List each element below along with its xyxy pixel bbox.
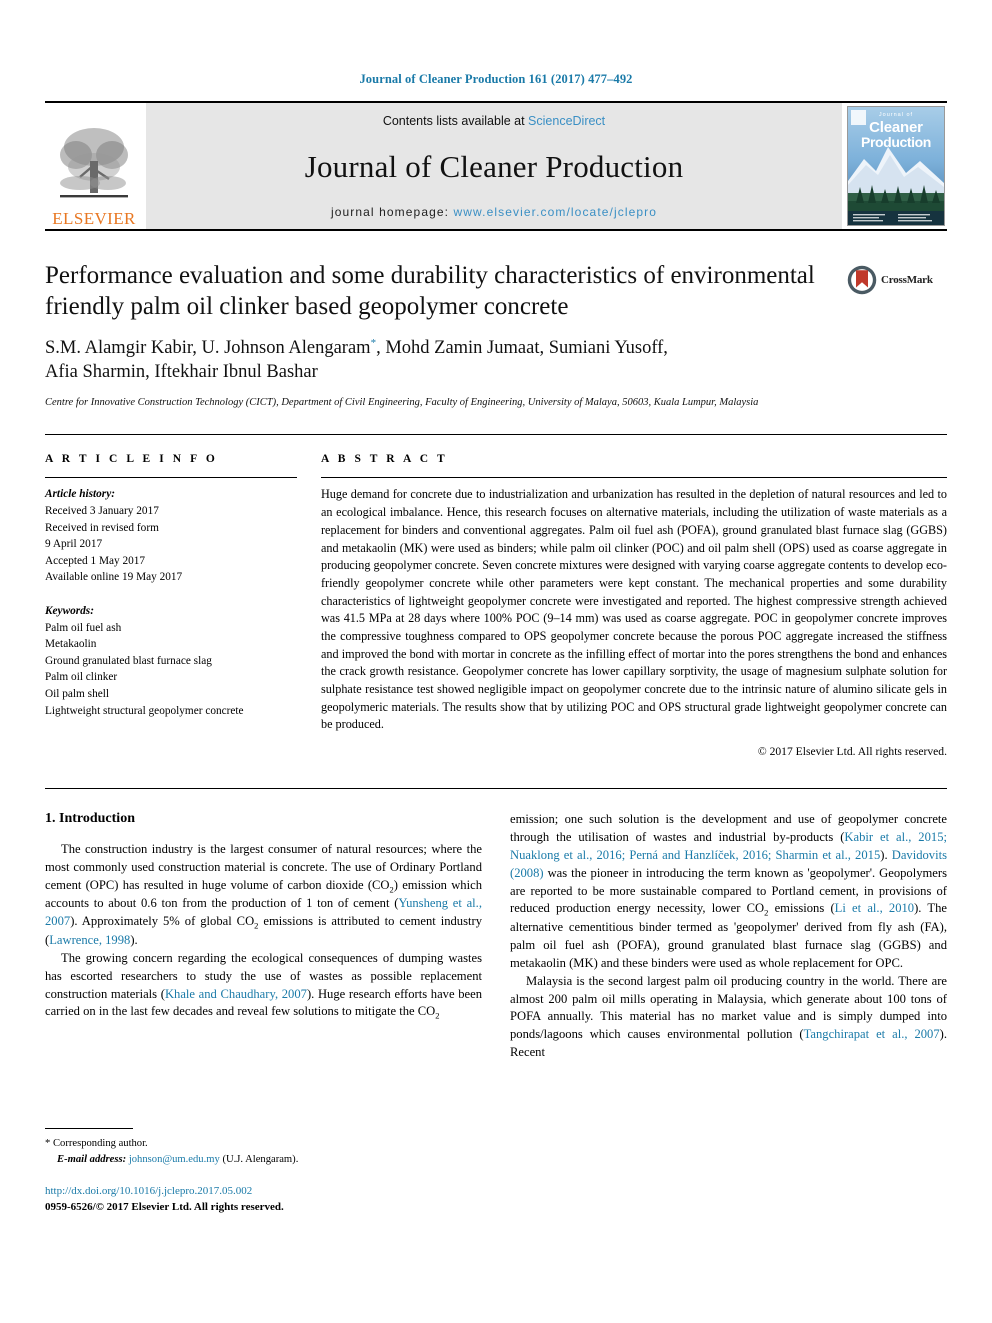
elsevier-logo: ELSEVIER [45, 103, 143, 229]
history-item-0: Received 3 January 2017 [45, 505, 159, 518]
contents-available-line: Contents lists available at ScienceDirec… [383, 114, 605, 128]
email-label: E-mail address: [57, 1154, 127, 1166]
corresponding-label: Corresponding author. [52, 1138, 148, 1150]
journal-masthead: ELSEVIER Contents lists available at Sci… [45, 101, 947, 231]
citation-tangchirapat[interactable]: Tangchirapat et al., 2007 [804, 1027, 940, 1041]
journal-title: Journal of Cleaner Production [304, 148, 684, 184]
abstract-column: A B S T R A C T Huge demand for concrete… [321, 453, 947, 758]
elsevier-wordmark: ELSEVIER [52, 209, 136, 228]
abstract-rule [321, 477, 947, 479]
body-separator-rule [45, 788, 947, 790]
article-info-heading: A R T I C L E I N F O [45, 453, 218, 466]
corresponding-author-note: * Corresponding author. [45, 1136, 482, 1152]
keyword-0: Palm oil fuel ash [45, 621, 122, 634]
crossmark-badge[interactable]: CrossMark [847, 265, 947, 295]
co2-subscript-3: 2 [435, 1010, 440, 1021]
crossmark-label: CrossMark [881, 274, 933, 286]
right-column: emission; one such solution is the devel… [510, 811, 947, 1216]
keywords-block: Keywords: Palm oil fuel ash Metakaolin G… [45, 603, 297, 719]
authors-line-1a: S.M. Alamgir Kabir, U. Johnson Alengaram [45, 338, 371, 359]
paper-page: Journal of Cleaner Production 161 (2017)… [0, 0, 992, 1323]
doi-link[interactable]: http://dx.doi.org/10.1016/j.jclepro.2017… [45, 1184, 482, 1200]
authors-line-1b: , Mohd Zamin Jumaat, Sumiani Yusoff, [376, 338, 668, 359]
keyword-5: Lightweight structural geopolymer concre… [45, 704, 244, 717]
footnote-rule [45, 1128, 133, 1130]
cover-line-cleaner: Cleaner [869, 118, 923, 136]
intro-p1-text-e: ). [130, 932, 138, 947]
homepage-prefix: journal homepage: [330, 205, 454, 219]
homepage-url-link[interactable]: www.elsevier.com/locate/jclepro [454, 205, 658, 219]
elsevier-tree-icon [60, 128, 128, 198]
body-columns: 1. Introduction The construction industr… [45, 811, 947, 1216]
author-affiliation: Centre for Innovative Construction Techn… [45, 397, 759, 409]
intro-p1-text-c: ). Approximately 5% of global CO [70, 914, 255, 929]
citation-li[interactable]: Li et al., 2010 [835, 901, 914, 915]
cover-line-production: Production [861, 133, 931, 150]
doi-block: http://dx.doi.org/10.1016/j.jclepro.2017… [45, 1184, 482, 1216]
article-info-column: A R T I C L E I N F O Article history: R… [45, 453, 297, 758]
history-item-4: Available online 19 May 2017 [45, 571, 183, 584]
abstract-copyright: © 2017 Elsevier Ltd. All rights reserved… [757, 745, 947, 759]
intro-paragraph-4: Malaysia is the second largest palm oil … [510, 973, 947, 1062]
citation-khale-chaudhary[interactable]: Khale and Chaudhary, 2007 [165, 987, 307, 1001]
cover-line-small: Journal of [878, 112, 914, 118]
email-owner: (U.J. Alengaram). [222, 1154, 299, 1166]
cover-title-text: Journal of Cleaner Production [848, 112, 944, 150]
citation-lawrence[interactable]: Lawrence, 1998 [49, 933, 130, 947]
intro-p3-text-b: ). [880, 847, 892, 862]
page-title: Performance evaluation and some durabili… [45, 262, 815, 320]
footnote-block: * Corresponding author. E-mail address: … [45, 1128, 482, 1216]
contents-prefix: Contents lists available at [382, 114, 529, 128]
section-heading-introduction: 1. Introduction [45, 811, 135, 827]
history-item-2: 9 April 2017 [45, 538, 103, 551]
journal-cover-block: Journal of Cleaner Production [845, 103, 947, 229]
intro-p3-text-d: emissions ( [768, 901, 835, 916]
intro-paragraph-2: The growing concern regarding the ecolog… [45, 950, 482, 1022]
left-column: 1. Introduction The construction industr… [45, 811, 482, 1216]
authors-line-2: Afia Sharmin, Iftekhair Ibnul Bashar [45, 362, 318, 383]
running-head: Journal of Cleaner Production 161 (2017)… [359, 72, 633, 86]
keyword-4: Oil palm shell [45, 688, 110, 700]
abstract-heading: A B S T R A C T [321, 453, 448, 466]
article-info-rule [45, 477, 297, 479]
masthead-center: Contents lists available at ScienceDirec… [146, 103, 842, 229]
intro-paragraph-3: emission; one such solution is the devel… [510, 811, 947, 973]
abstract-text: Huge demand for concrete due to industri… [321, 487, 947, 732]
intro-paragraph-1: The construction industry is the largest… [45, 841, 482, 950]
author-list: S.M. Alamgir Kabir, U. Johnson Alengaram… [45, 336, 845, 384]
sciencedirect-link[interactable]: ScienceDirect [528, 114, 605, 128]
history-item-1: Received in revised form [45, 521, 159, 534]
info-abstract-band: A R T I C L E I N F O Article history: R… [45, 434, 947, 758]
keywords-label: Keywords: [45, 605, 94, 618]
keyword-2: Ground granulated blast furnace slag [45, 654, 212, 667]
crossmark-icon [847, 265, 877, 295]
corresponding-marker: * [45, 1138, 51, 1150]
article-history-block: Article history: Received 3 January 2017… [45, 486, 297, 586]
article-history-label: Article history: [45, 488, 115, 501]
journal-homepage-line: journal homepage: www.elsevier.com/locat… [331, 205, 657, 219]
email-note: E-mail address: johnson@um.edu.my (U.J. … [45, 1152, 482, 1168]
keyword-3: Palm oil clinker [45, 671, 118, 684]
issn-copyright-line: 0959-6526/© 2017 Elsevier Ltd. All right… [45, 1201, 284, 1214]
email-link[interactable]: johnson@um.edu.my [129, 1154, 220, 1165]
title-area: CrossMark Performance evaluation and som… [45, 261, 947, 410]
history-item-3: Accepted 1 May 2017 [45, 554, 146, 567]
keyword-1: Metakaolin [45, 638, 97, 651]
journal-cover-image: Journal of Cleaner Production [847, 106, 945, 226]
